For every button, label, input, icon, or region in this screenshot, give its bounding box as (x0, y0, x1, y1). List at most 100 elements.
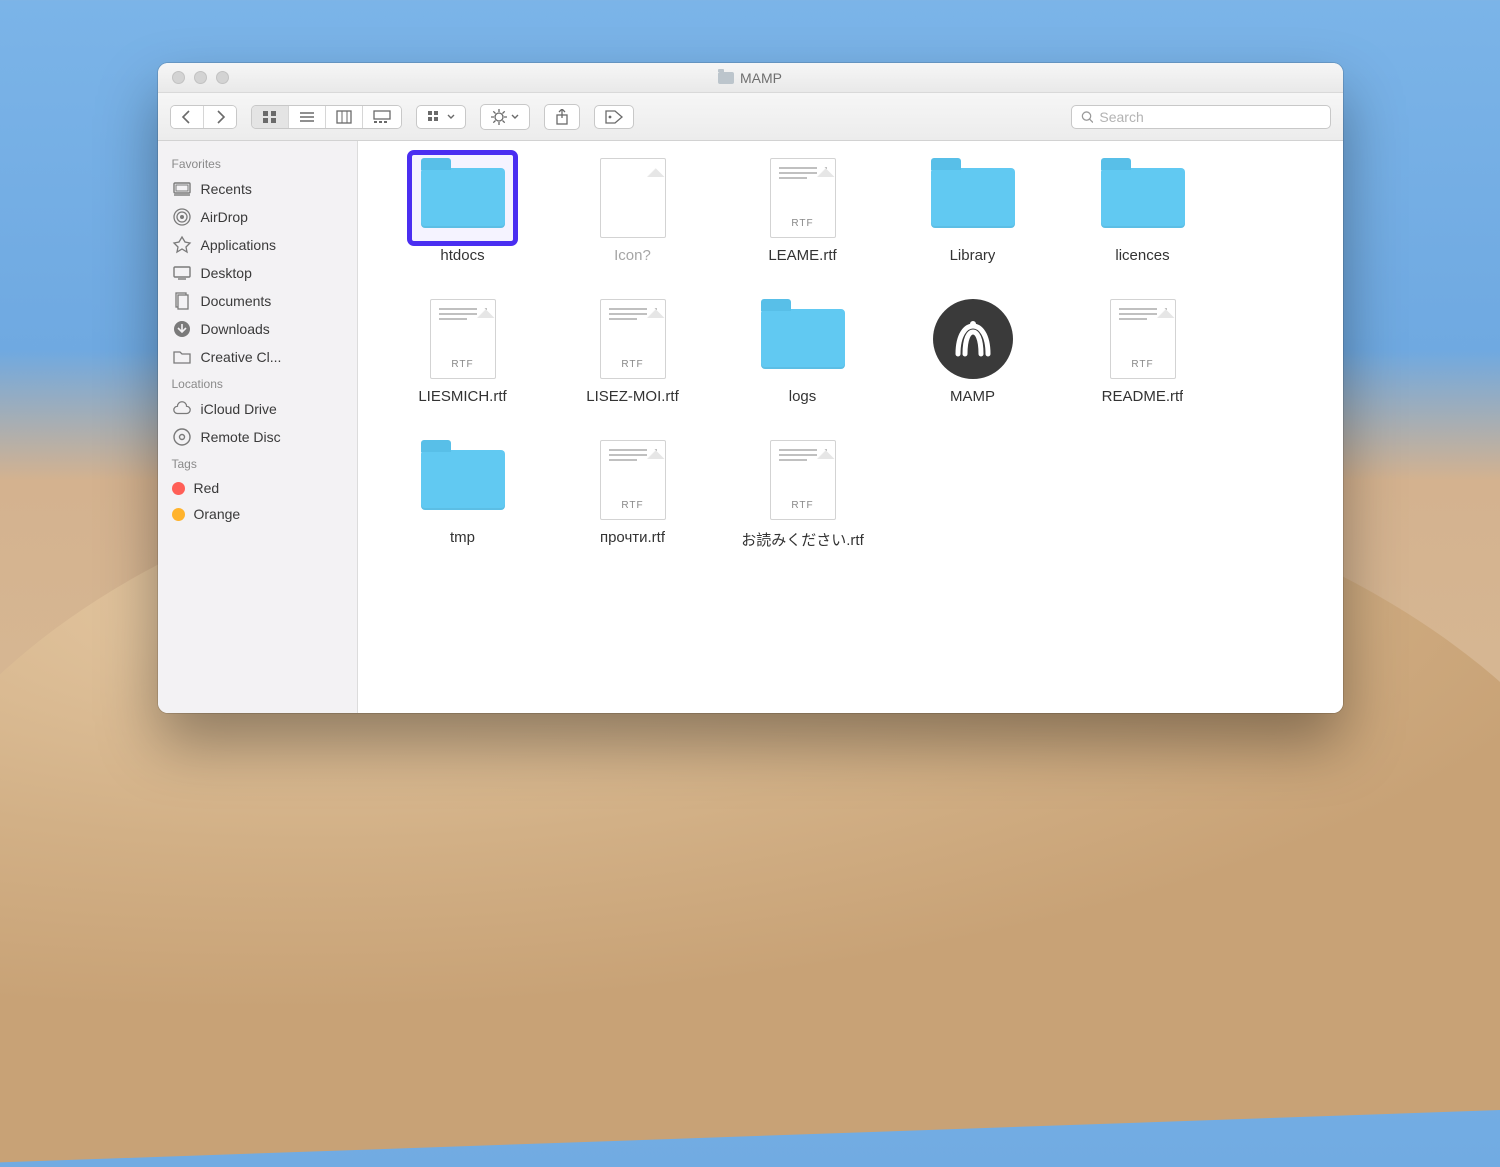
file-name-label: licences (1115, 247, 1169, 264)
file-area[interactable]: htdocs Icon? RTF LEAME.rtf Library licences RT… (358, 141, 1343, 713)
sidebar-item-label: Applications (201, 237, 277, 253)
fullscreen-button[interactable] (216, 71, 229, 84)
cloud-icon (172, 400, 192, 418)
finder-window: MAMP (158, 63, 1343, 713)
file-item[interactable]: Icon? (548, 153, 718, 264)
gallery-view-button[interactable] (363, 106, 401, 128)
sidebar-item-label: Downloads (201, 321, 270, 337)
file-item[interactable]: htdocs (378, 153, 548, 264)
desktop-icon (172, 264, 192, 282)
share-button[interactable] (544, 104, 580, 130)
recents-icon (172, 180, 192, 198)
file-item[interactable]: Library (888, 153, 1058, 264)
file-item[interactable]: logs (718, 294, 888, 405)
forward-button[interactable] (204, 106, 236, 128)
file-name-label: LIESMICH.rtf (418, 388, 506, 405)
file-name-label: LISEZ-MOI.rtf (586, 388, 679, 405)
traffic-lights (158, 71, 229, 84)
sidebar-item-label: Remote Disc (201, 429, 281, 445)
rtf-file-icon: RTF (430, 299, 496, 379)
sidebar: Favorites Recents AirDrop Applications Deskt… (158, 141, 358, 713)
sidebar-item-red[interactable]: Red (158, 475, 357, 501)
file-name-label: Icon? (614, 247, 651, 264)
sidebar-item-label: Orange (194, 506, 241, 522)
sidebar-item-icloud-drive[interactable]: iCloud Drive (158, 395, 357, 423)
search-icon (1081, 110, 1094, 124)
view-mode-buttons (251, 105, 402, 129)
file-name-label: Library (950, 247, 996, 264)
sidebar-section-header: Favorites (158, 151, 357, 175)
rtf-file-icon: RTF (770, 158, 836, 238)
sidebar-item-label: Desktop (201, 265, 252, 281)
icon-view-button[interactable] (252, 106, 289, 128)
arrange-button[interactable] (416, 105, 466, 129)
sidebar-item-applications[interactable]: Applications (158, 231, 357, 259)
minimize-button[interactable] (194, 71, 207, 84)
file-name-label: MAMP (950, 388, 995, 405)
file-item[interactable]: RTF README.rtf (1058, 294, 1228, 405)
titlebar[interactable]: MAMP (158, 63, 1343, 93)
rtf-file-icon: RTF (600, 299, 666, 379)
folder-icon (761, 309, 845, 369)
folder-icon (718, 72, 734, 84)
window-title: MAMP (158, 70, 1343, 86)
sidebar-item-recents[interactable]: Recents (158, 175, 357, 203)
sidebar-section-header: Tags (158, 451, 357, 475)
applications-icon (172, 236, 192, 254)
sidebar-section-header: Locations (158, 371, 357, 395)
file-name-label: logs (789, 388, 817, 405)
sidebar-item-label: iCloud Drive (201, 401, 277, 417)
file-item[interactable]: tmp (378, 435, 548, 550)
file-name-label: README.rtf (1102, 388, 1184, 405)
airdrop-icon (172, 208, 192, 226)
file-item[interactable]: RTF LIESMICH.rtf (378, 294, 548, 405)
search-input[interactable] (1099, 109, 1320, 125)
sidebar-item-airdrop[interactable]: AirDrop (158, 203, 357, 231)
file-item[interactable]: MAMP (888, 294, 1058, 405)
toolbar (158, 93, 1343, 141)
rtf-file-icon: RTF (770, 440, 836, 520)
sidebar-item-orange[interactable]: Orange (158, 501, 357, 527)
file-name-label: LEAME.rtf (768, 247, 836, 264)
folder-icon (421, 168, 505, 228)
sidebar-item-label: Documents (201, 293, 272, 309)
tag-dot-icon (172, 508, 185, 521)
disc-icon (172, 428, 192, 446)
rtf-file-icon: RTF (1110, 299, 1176, 379)
sidebar-item-label: Recents (201, 181, 252, 197)
back-button[interactable] (171, 106, 204, 128)
column-view-button[interactable] (326, 106, 363, 128)
tags-button[interactable] (594, 105, 634, 129)
folder-icon (1101, 168, 1185, 228)
file-name-label: tmp (450, 529, 475, 546)
nav-buttons (170, 105, 237, 129)
file-item[interactable]: RTF LISEZ-MOI.rtf (548, 294, 718, 405)
file-name-label: htdocs (440, 247, 484, 264)
file-icon (600, 158, 666, 238)
folder-icon (172, 348, 192, 366)
close-button[interactable] (172, 71, 185, 84)
sidebar-item-documents[interactable]: Documents (158, 287, 357, 315)
sidebar-item-remote-disc[interactable]: Remote Disc (158, 423, 357, 451)
downloads-icon (172, 320, 192, 338)
sidebar-item-label: Creative Cl... (201, 349, 282, 365)
search-field[interactable] (1071, 105, 1331, 129)
sidebar-item-desktop[interactable]: Desktop (158, 259, 357, 287)
sidebar-item-label: AirDrop (201, 209, 248, 225)
file-item[interactable]: RTF LEAME.rtf (718, 153, 888, 264)
mamp-app-icon (933, 299, 1013, 379)
documents-icon (172, 292, 192, 310)
action-button[interactable] (480, 104, 530, 130)
file-item[interactable]: RTFпрочти.rtf (548, 435, 718, 550)
list-view-button[interactable] (289, 106, 326, 128)
rtf-file-icon: RTF (600, 440, 666, 520)
file-name-label: お読みください.rtf (741, 529, 864, 550)
sidebar-item-creative-cl-[interactable]: Creative Cl... (158, 343, 357, 371)
folder-icon (421, 450, 505, 510)
tag-dot-icon (172, 482, 185, 495)
sidebar-item-label: Red (194, 480, 220, 496)
file-item[interactable]: licences (1058, 153, 1228, 264)
file-item[interactable]: RTF お読みください.rtf (718, 435, 888, 550)
sidebar-item-downloads[interactable]: Downloads (158, 315, 357, 343)
window-title-text: MAMP (740, 70, 782, 86)
